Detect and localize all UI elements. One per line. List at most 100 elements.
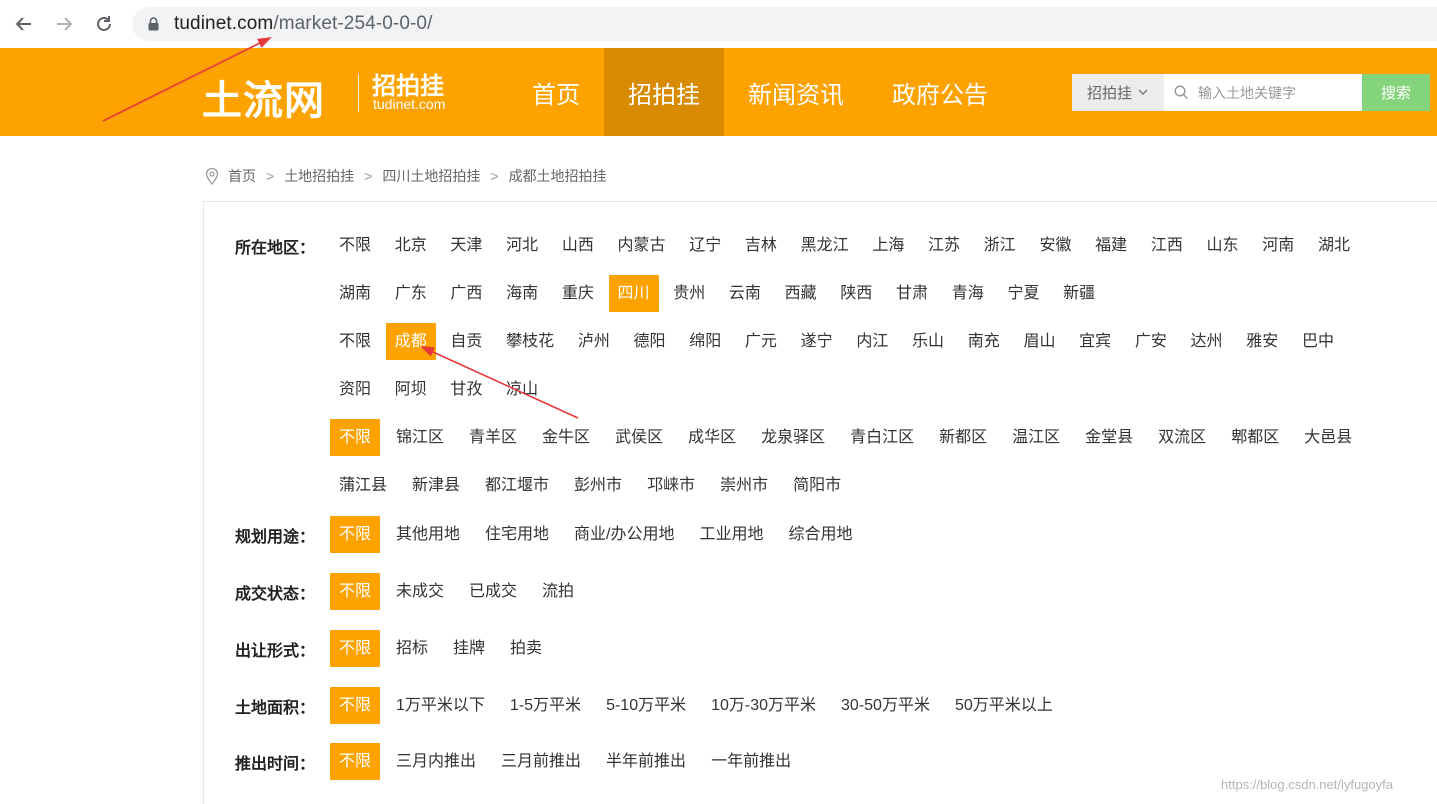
breadcrumb-item-1[interactable]: 土地招拍挂 [284, 166, 354, 186]
address-bar[interactable]: tudinet.com/market-254-0-0-0/ [132, 7, 1437, 41]
province-option[interactable]: 黑龙江 [792, 227, 858, 264]
usage-option[interactable]: 不限 [330, 516, 381, 553]
nav-item-0[interactable]: 首页 [508, 48, 604, 136]
district-option[interactable]: 金堂县 [1076, 419, 1142, 456]
district-option[interactable]: 双流区 [1149, 419, 1215, 456]
province-option[interactable]: 上海 [863, 227, 913, 264]
city-option[interactable]: 巴中 [1293, 323, 1343, 360]
transfer-option[interactable]: 招标 [387, 630, 437, 667]
province-option[interactable]: 江西 [1142, 227, 1192, 264]
province-option[interactable]: 天津 [441, 227, 491, 264]
transfer-option[interactable]: 拍卖 [501, 630, 551, 667]
area-option[interactable]: 30-50万平米 [832, 687, 939, 724]
city-option[interactable]: 达州 [1182, 323, 1232, 360]
city-option[interactable]: 泸州 [569, 323, 619, 360]
transfer-option[interactable]: 挂牌 [444, 630, 494, 667]
time-option[interactable]: 不限 [330, 743, 381, 780]
search-button[interactable]: 搜索 [1362, 74, 1430, 111]
city-option[interactable]: 广元 [736, 323, 786, 360]
district-option[interactable]: 武侯区 [606, 419, 672, 456]
status-option[interactable]: 未成交 [387, 573, 453, 610]
district-option[interactable]: 龙泉驿区 [752, 419, 834, 456]
province-option[interactable]: 内蒙古 [609, 227, 675, 264]
province-option[interactable]: 北京 [386, 227, 436, 264]
breadcrumb-item-3[interactable]: 成都土地招拍挂 [509, 166, 607, 186]
status-option[interactable]: 已成交 [460, 573, 526, 610]
area-option[interactable]: 不限 [330, 687, 381, 724]
breadcrumb-item-2[interactable]: 四川土地招拍挂 [382, 166, 480, 186]
province-option[interactable]: 湖南 [330, 275, 380, 312]
province-option[interactable]: 陕西 [831, 275, 881, 312]
province-option[interactable]: 福建 [1086, 227, 1136, 264]
forward-button[interactable] [50, 10, 78, 38]
province-option[interactable]: 海南 [497, 275, 547, 312]
province-option[interactable]: 吉林 [736, 227, 786, 264]
district-option[interactable]: 大邑县 [1295, 419, 1361, 456]
usage-option[interactable]: 住宅用地 [476, 516, 558, 553]
nav-item-1[interactable]: 招拍挂 [604, 48, 724, 136]
district-option[interactable]: 青羊区 [460, 419, 526, 456]
transfer-option[interactable]: 不限 [330, 630, 381, 667]
city-option[interactable]: 资阳 [330, 371, 380, 408]
district-option[interactable]: 成华区 [679, 419, 745, 456]
province-option[interactable]: 浙江 [975, 227, 1025, 264]
city-option[interactable]: 南充 [959, 323, 1009, 360]
district-option[interactable]: 简阳市 [784, 467, 850, 504]
district-option[interactable]: 青白江区 [841, 419, 923, 456]
usage-option[interactable]: 商业/办公用地 [565, 516, 683, 553]
city-option[interactable]: 攀枝花 [497, 323, 563, 360]
province-option[interactable]: 广西 [441, 275, 491, 312]
province-option[interactable]: 河南 [1253, 227, 1303, 264]
usage-option[interactable]: 综合用地 [780, 516, 862, 553]
back-button[interactable] [10, 10, 38, 38]
province-option[interactable]: 甘肃 [887, 275, 937, 312]
province-option[interactable]: 安徽 [1030, 227, 1080, 264]
province-option[interactable]: 云南 [720, 275, 770, 312]
breadcrumb-item-0[interactable]: 首页 [228, 166, 256, 186]
city-option[interactable]: 自贡 [441, 323, 491, 360]
district-option[interactable]: 邛崃市 [638, 467, 704, 504]
city-option[interactable]: 阿坝 [386, 371, 436, 408]
district-option[interactable]: 不限 [330, 419, 381, 456]
site-logo[interactable]: 土流网 [202, 68, 325, 126]
district-option[interactable]: 新津县 [403, 467, 469, 504]
district-option[interactable]: 彭州市 [565, 467, 631, 504]
district-option[interactable]: 蒲江县 [330, 467, 396, 504]
province-option[interactable]: 新疆 [1054, 275, 1104, 312]
city-option[interactable]: 绵阳 [680, 323, 730, 360]
city-option[interactable]: 成都 [385, 323, 436, 360]
province-option[interactable]: 山西 [553, 227, 603, 264]
nav-item-3[interactable]: 政府公告 [868, 48, 1012, 136]
area-option[interactable]: 10万-30万平米 [702, 687, 825, 724]
city-option[interactable]: 德阳 [625, 323, 675, 360]
district-option[interactable]: 新都区 [930, 419, 996, 456]
district-option[interactable]: 崇州市 [711, 467, 777, 504]
city-option[interactable]: 不限 [330, 323, 380, 360]
search-input[interactable]: 输入土地关键字 [1164, 74, 1362, 111]
province-option[interactable]: 山东 [1198, 227, 1248, 264]
area-option[interactable]: 1万平米以下 [387, 687, 494, 724]
city-option[interactable]: 宜宾 [1070, 323, 1120, 360]
province-option[interactable]: 重庆 [553, 275, 603, 312]
district-option[interactable]: 锦江区 [387, 419, 453, 456]
city-option[interactable]: 广安 [1126, 323, 1176, 360]
province-option[interactable]: 江苏 [919, 227, 969, 264]
province-option[interactable]: 宁夏 [998, 275, 1048, 312]
district-option[interactable]: 金牛区 [533, 419, 599, 456]
province-option[interactable]: 贵州 [664, 275, 714, 312]
province-option[interactable]: 四川 [608, 275, 659, 312]
city-option[interactable]: 凉山 [497, 371, 547, 408]
time-option[interactable]: 三月前推出 [492, 743, 590, 780]
province-option[interactable]: 不限 [330, 227, 380, 264]
district-option[interactable]: 郫都区 [1222, 419, 1288, 456]
city-option[interactable]: 乐山 [903, 323, 953, 360]
city-option[interactable]: 甘孜 [441, 371, 491, 408]
reload-button[interactable] [90, 10, 118, 38]
province-option[interactable]: 西藏 [776, 275, 826, 312]
area-option[interactable]: 5-10万平米 [597, 687, 695, 724]
city-option[interactable]: 内江 [847, 323, 897, 360]
nav-item-2[interactable]: 新闻资讯 [724, 48, 868, 136]
time-option[interactable]: 一年前推出 [702, 743, 800, 780]
usage-option[interactable]: 其他用地 [387, 516, 469, 553]
search-category-select[interactable]: 招拍挂 [1072, 74, 1164, 111]
